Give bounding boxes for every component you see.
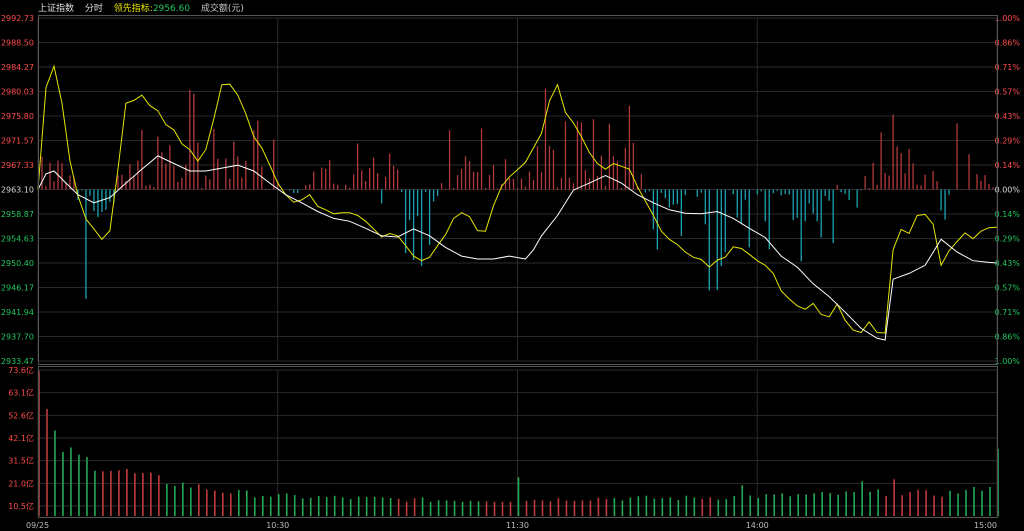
price-tick-left: 2941.94 — [1, 308, 34, 317]
percent-tick-right: 0.71% — [995, 308, 1021, 317]
price-tick-left: 2988.50 — [1, 39, 34, 48]
price-tick-left: 2992.73 — [1, 14, 34, 23]
price-tick-left: 2937.70 — [1, 333, 34, 342]
percent-tick-right: 0.00% — [995, 186, 1021, 195]
price-tick-left: 2975.80 — [1, 112, 34, 121]
price-tick-left: 2946.17 — [1, 284, 34, 293]
percent-tick-right: 0.14% — [995, 161, 1021, 170]
percent-tick-right: 1.00% — [995, 357, 1021, 366]
price-tick-left: 2967.33 — [1, 161, 34, 170]
time-tick: 09/25 — [26, 521, 49, 530]
intraday-chart: 2992.73 2988.50 2984.27 2980.03 2975.80 2971.… — [1, 14, 1021, 530]
percent-tick-right: 0.71% — [995, 63, 1021, 72]
volume-tick: 42.1亿 — [8, 433, 34, 443]
volume-tick: 52.6亿 — [8, 410, 34, 420]
price-tick-left: 2984.27 — [1, 63, 34, 72]
price-tick-left: 2950.40 — [1, 259, 34, 268]
volume-tick: 21.0亿 — [8, 478, 34, 488]
price-tick-left: 2980.03 — [1, 88, 34, 97]
volume-tick: 63.1亿 — [8, 388, 34, 398]
percent-tick-right: 1.00% — [995, 14, 1021, 23]
percent-tick-right: 0.29% — [995, 235, 1021, 244]
volume-tick: 73.6亿 — [8, 365, 34, 375]
grid — [37, 17, 998, 516]
percent-tick-right: 0.57% — [995, 88, 1021, 97]
percent-tick-right: 0.43% — [995, 112, 1021, 121]
time-tick: 14:00 — [746, 521, 769, 530]
price-tick-left: 2963.10 — [1, 186, 34, 195]
percent-tick-right: 0.43% — [995, 259, 1021, 268]
percent-tick-right: 0.14% — [995, 210, 1021, 219]
volume-tick: 10.5亿 — [8, 501, 34, 511]
time-tick: 11:30 — [506, 521, 529, 530]
price-tick-left: 2954.63 — [1, 235, 34, 244]
volume-tick: 31.5亿 — [8, 456, 34, 466]
percent-tick-right: 0.29% — [995, 137, 1021, 146]
percent-tick-right: 0.57% — [995, 284, 1021, 293]
time-tick: 10:30 — [266, 521, 289, 530]
price-tick-left: 2971.57 — [1, 137, 34, 146]
price-tick-left: 2933.47 — [1, 357, 34, 366]
percent-tick-right: 0.86% — [995, 39, 1021, 48]
price-tick-left: 2958.87 — [1, 210, 34, 219]
time-tick: 15:00 — [974, 521, 997, 530]
percent-tick-right: 0.86% — [995, 333, 1021, 342]
